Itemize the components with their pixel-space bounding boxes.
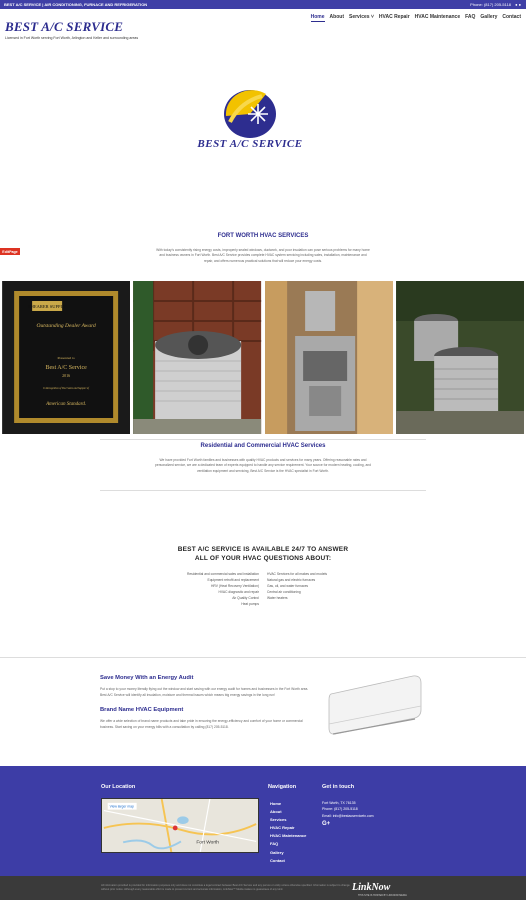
ac-unit-image <box>328 675 422 735</box>
questions-list-right: HVAC Services for all makes and models N… <box>267 571 327 601</box>
nav-hvac-maintenance[interactable]: HVAC Maintenance <box>415 14 460 22</box>
nav-hvac-repair[interactable]: HVAC Repair <box>379 14 410 22</box>
footer-nav-gallery[interactable]: Gallery <box>270 849 306 857</box>
footer-nav-title: Navigation <box>268 784 297 790</box>
section-text-hvac-services: With today's consistently rising energy … <box>156 248 370 263</box>
plaque-recognition: In Recognition of Your Sales and Support… <box>42 387 90 390</box>
section-text-residential: We have provided Fort Worth families and… <box>155 458 371 473</box>
top-bar-phone[interactable]: Phone: (817) 205-5118 <box>470 2 511 7</box>
main-nav: Home About Services ˅ HVAC Repair HVAC M… <box>310 14 521 22</box>
photo-gallery: SHEARER SUPPLY Outstanding Dealer Award … <box>2 281 524 434</box>
site-header: BEST A/C SERVICE Licensed in Fort Worth … <box>0 9 526 42</box>
questions-list-left: Residential and commercial sales and ins… <box>187 571 259 608</box>
contact-email[interactable]: Email: info@bestacservicetx.com <box>322 813 374 819</box>
plaque-title: Outstanding Dealer Award <box>36 323 96 329</box>
footer-nav: Home About Services HVAC Repair HVAC Mai… <box>270 800 306 865</box>
map-city-label: Fort Worth <box>196 839 219 845</box>
top-bar-title: BEST A/C SERVICE | AIR CONDITIONING, FUR… <box>4 2 148 7</box>
bottom-bar: All information provided is provided for… <box>0 876 526 900</box>
hero-logo-tagline: LESS STRESS, CALL THE BEST <box>199 150 301 155</box>
divider <box>100 490 426 491</box>
footer-nav-about[interactable]: About <box>270 808 306 816</box>
gallery-photo-award[interactable]: SHEARER SUPPLY Outstanding Dealer Award … <box>2 281 131 434</box>
list-item: Heat pumps <box>241 602 259 607</box>
equipment-title: Brand Name HVAC Equipment <box>100 707 184 714</box>
gallery-photo-units[interactable] <box>395 281 524 434</box>
edit-page-button[interactable]: EditPage <box>0 248 20 255</box>
divider <box>100 439 426 440</box>
top-bar: BEST A/C SERVICE | AIR CONDITIONING, FUR… <box>0 0 526 9</box>
footer-nav-hvac-maintenance[interactable]: HVAC Maintenance <box>270 832 306 840</box>
footer-nav-contact[interactable]: Contact <box>270 857 306 865</box>
footer-location-title: Our Location <box>101 784 136 790</box>
social-icons[interactable]: ●● <box>515 2 522 7</box>
chevron-down-icon: ˅ <box>370 14 374 20</box>
google-plus-icon[interactable]: G+ <box>322 821 374 827</box>
list-item: Water heaters <box>267 596 288 601</box>
plaque-name: Best A/C Service <box>45 365 87 371</box>
equipment-text: We offer a wide selection of brand name … <box>100 719 303 729</box>
energy-title: Save Money With an Energy Audit <box>100 675 194 681</box>
nav-faq[interactable]: FAQ <box>465 14 475 22</box>
hero-logo-title: BEST A/C SERVICE <box>197 138 303 150</box>
footer-contact: Fort Worth, TX 76135 Phone: (817) 205-51… <box>322 800 374 827</box>
footer-nav-faq[interactable]: FAQ <box>270 840 306 848</box>
section-title-hvac-services: FORT WORTH HVAC SERVICES <box>217 233 309 239</box>
map-larger-link: View larger map <box>110 805 134 809</box>
linknow-logo[interactable]: LinkNow <box>352 882 390 893</box>
footer-nav-home[interactable]: Home <box>270 800 306 808</box>
energy-text: Put a stop to your money literally flyin… <box>100 687 309 697</box>
nav-home[interactable]: Home <box>310 14 325 22</box>
nav-gallery[interactable]: Gallery <box>480 14 497 22</box>
nav-services-label: Services <box>349 14 370 20</box>
plaque-brand: SHEARER SUPPLY <box>28 304 67 309</box>
questions-title-line1: BEST A/C SERVICE IS AVAILABLE 24/7 TO AN… <box>177 546 349 553</box>
energy-section: Save Money With an Energy Audit Put a st… <box>100 675 315 739</box>
divider <box>0 657 526 658</box>
questions-title-line2: ALL OF YOUR HVAC QUESTIONS ABOUT: <box>194 555 332 562</box>
footer-nav-hvac-repair[interactable]: HVAC Repair <box>270 824 306 832</box>
nav-contact[interactable]: Contact <box>502 14 521 22</box>
section-title-residential: Residential and Commercial HVAC Services <box>200 443 326 449</box>
nav-services[interactable]: Services ˅ <box>349 14 374 22</box>
gallery-photo-condenser[interactable] <box>133 281 262 434</box>
plaque-presented: Presented to <box>58 356 75 360</box>
location-map[interactable]: View larger map Fort Worth <box>101 798 259 853</box>
legal-text: All information provided is provided for… <box>101 884 350 891</box>
nav-about[interactable]: About <box>330 14 344 22</box>
footer-contact-title: Get in touch <box>322 784 355 790</box>
site-footer: Our Location View larger map Fort Worth … <box>0 766 526 876</box>
questions-title: BEST A/C SERVICE IS AVAILABLE 24/7 TO AN… <box>0 545 526 563</box>
plaque-year: 2016 <box>62 373 70 378</box>
site-logo[interactable]: BEST A/C SERVICE <box>5 19 123 35</box>
site-tagline: Licensed in Fort Worth serving Fort Wort… <box>5 36 139 40</box>
footer-nav-services[interactable]: Services <box>270 816 306 824</box>
linknow-tagline: THIS SITE IS HOSTED BY LINKNOW MEDIA <box>358 894 407 897</box>
gallery-photo-furnace[interactable] <box>264 281 393 434</box>
plaque-maker: American Standard. <box>45 402 86 407</box>
